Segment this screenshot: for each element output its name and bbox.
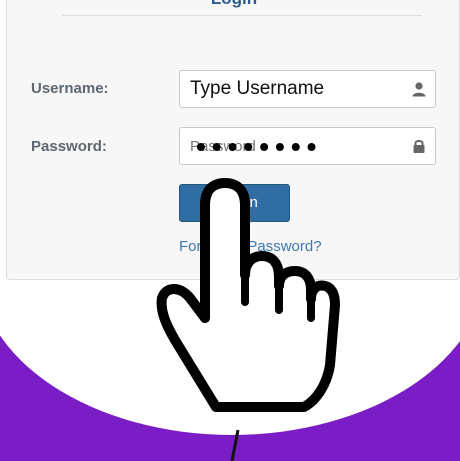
- username-input[interactable]: [180, 71, 400, 107]
- password-label: Password:: [31, 138, 107, 155]
- title-divider: [62, 15, 422, 16]
- username-label: Username:: [31, 80, 109, 97]
- lock-icon: [413, 140, 425, 153]
- forgot-password-link[interactable]: Forgotten Password?: [179, 238, 322, 256]
- password-input[interactable]: [180, 128, 400, 164]
- user-icon: [412, 82, 426, 97]
- login-title: Login: [7, 0, 460, 9]
- screenshot-stage: Login Username: Password: •••••••• Sign …: [0, 0, 460, 461]
- username-field[interactable]: [179, 70, 436, 108]
- password-field[interactable]: ••••••••: [179, 127, 436, 165]
- signin-button[interactable]: Sign In: [179, 184, 290, 222]
